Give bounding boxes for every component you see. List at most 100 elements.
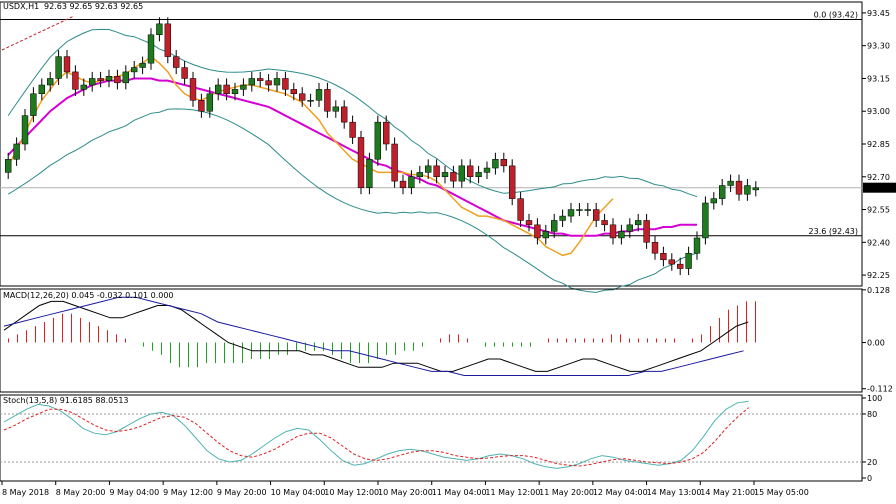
candle-body (47, 78, 54, 86)
chart-canvas: 93.45 93.30 93.15 93.00 92.85 92.70 92.55 92.40… (0, 1, 896, 497)
candle-body (651, 242, 659, 254)
candle-body (105, 76, 113, 81)
candle-body (425, 165, 432, 173)
candle-body (290, 89, 297, 95)
time-tick-label: 9 May 04:00 (109, 488, 159, 497)
price-tick-label: 93.45 (867, 9, 890, 18)
macd-tick-label: 0.128 (867, 286, 890, 295)
candle-body (383, 121, 390, 145)
candle-body (450, 172, 457, 182)
candle-body (80, 84, 87, 90)
candle-body (601, 220, 608, 226)
candle-body (660, 252, 667, 261)
macd-tick-label: -0.112 (867, 385, 893, 394)
candle-body (752, 187, 759, 191)
candle-body (282, 78, 289, 90)
candle-body (693, 237, 701, 254)
candle-body (500, 159, 507, 167)
candle-body (643, 220, 650, 243)
time-tick-label: 11 May 20:00 (539, 488, 594, 497)
candle-body (408, 176, 415, 188)
candle-body (198, 100, 205, 112)
candle-body (131, 67, 138, 73)
price-tick-label: 93.30 (867, 42, 890, 51)
candle-body (299, 93, 306, 101)
price-tick-label: 92.85 (867, 140, 890, 149)
price-tick-label: 92.55 (867, 206, 890, 215)
time-tick-label: 8 May 2018 (2, 488, 49, 497)
candle-body (147, 34, 155, 64)
candle-body (55, 56, 62, 79)
candle-body (551, 220, 558, 232)
price-tick-label: 93.00 (867, 107, 890, 116)
candle-body (559, 215, 566, 221)
candle-body (744, 185, 751, 195)
candle-body (509, 165, 516, 199)
stoch-tick-label: 20 (867, 458, 877, 467)
ohlc-readout: 92.63 92.65 92.63 92.65 (44, 2, 143, 11)
candle-body (441, 172, 449, 178)
price-panel: 93.45 93.30 93.15 93.00 92.85 92.70 92.55 92.40… (0, 1, 896, 293)
candle-body (366, 159, 373, 188)
candle-body (685, 252, 692, 269)
time-tick-label: 10 May 12:00 (324, 488, 379, 497)
stoch-d-line (3, 407, 750, 467)
current-price-label: 92.65 (866, 184, 889, 193)
stoch-tick-label: 100 (867, 394, 882, 403)
time-tick-label: 10 May 20:00 (378, 488, 433, 497)
fibonacci-level-label: 0.0 (93.42) (814, 10, 858, 19)
candle-body (189, 78, 197, 101)
candle-body (248, 78, 255, 86)
candle-body (525, 220, 533, 226)
candle-body (719, 185, 726, 199)
candle-body (173, 56, 180, 68)
time-tick-label: 8 May 20:00 (56, 488, 106, 497)
macd-line (3, 300, 749, 372)
candle-body (626, 224, 633, 232)
macd-signal-line (3, 296, 744, 376)
candle-body (114, 76, 121, 84)
candle-body (735, 180, 743, 195)
candle-body (517, 198, 524, 221)
stoch-panel: 100 80 20 0 (0, 394, 882, 483)
candle-body (374, 121, 381, 160)
candle-body (315, 89, 323, 101)
price-tick-label: 92.25 (867, 271, 890, 280)
price-frame (0, 1, 863, 287)
candle-body (30, 93, 37, 116)
candle-body (635, 220, 642, 226)
candle-body (357, 137, 365, 188)
candle-body (181, 67, 188, 79)
fibonacci-level-label: 23.6 (92.43) (809, 227, 859, 236)
stoch-tick-label: 80 (867, 410, 877, 419)
candle-body (391, 143, 398, 182)
candle-body (307, 100, 314, 102)
candle-body (231, 89, 239, 95)
candle-body (223, 84, 230, 95)
time-tick-label: 15 May 05:00 (754, 488, 809, 497)
time-tick-label: 9 May 12:00 (163, 488, 213, 497)
candle-body (584, 209, 591, 211)
stoch-k-line (3, 400, 749, 469)
candle-body (668, 259, 675, 265)
price-tick-label: 92.40 (867, 238, 890, 247)
candle-body (349, 121, 356, 138)
candle-body (475, 172, 482, 178)
candle-body (710, 198, 717, 204)
candle-body (567, 209, 575, 217)
upper-band-line (7, 28, 698, 198)
candle-body (332, 106, 339, 112)
candle-body (416, 172, 423, 178)
stoch-title: Stoch(13,5,8) 91.6185 88.0513 (3, 396, 129, 405)
candle-body (5, 159, 12, 173)
candle-body (324, 89, 331, 112)
macd-title: MACD(12,26,20) 0.045 -0.032 0.101 0.000 (3, 291, 174, 300)
candle-body (97, 78, 104, 81)
time-tick-label: 14 May 21:00 (700, 488, 755, 497)
price-tick-label: 92.70 (867, 173, 890, 182)
stoch-frame (0, 394, 863, 482)
time-tick-label: 9 May 20:00 (217, 488, 267, 497)
candle-body (21, 115, 29, 145)
candle-body (467, 165, 474, 178)
time-tick-label: 14 May 13:00 (647, 488, 702, 497)
